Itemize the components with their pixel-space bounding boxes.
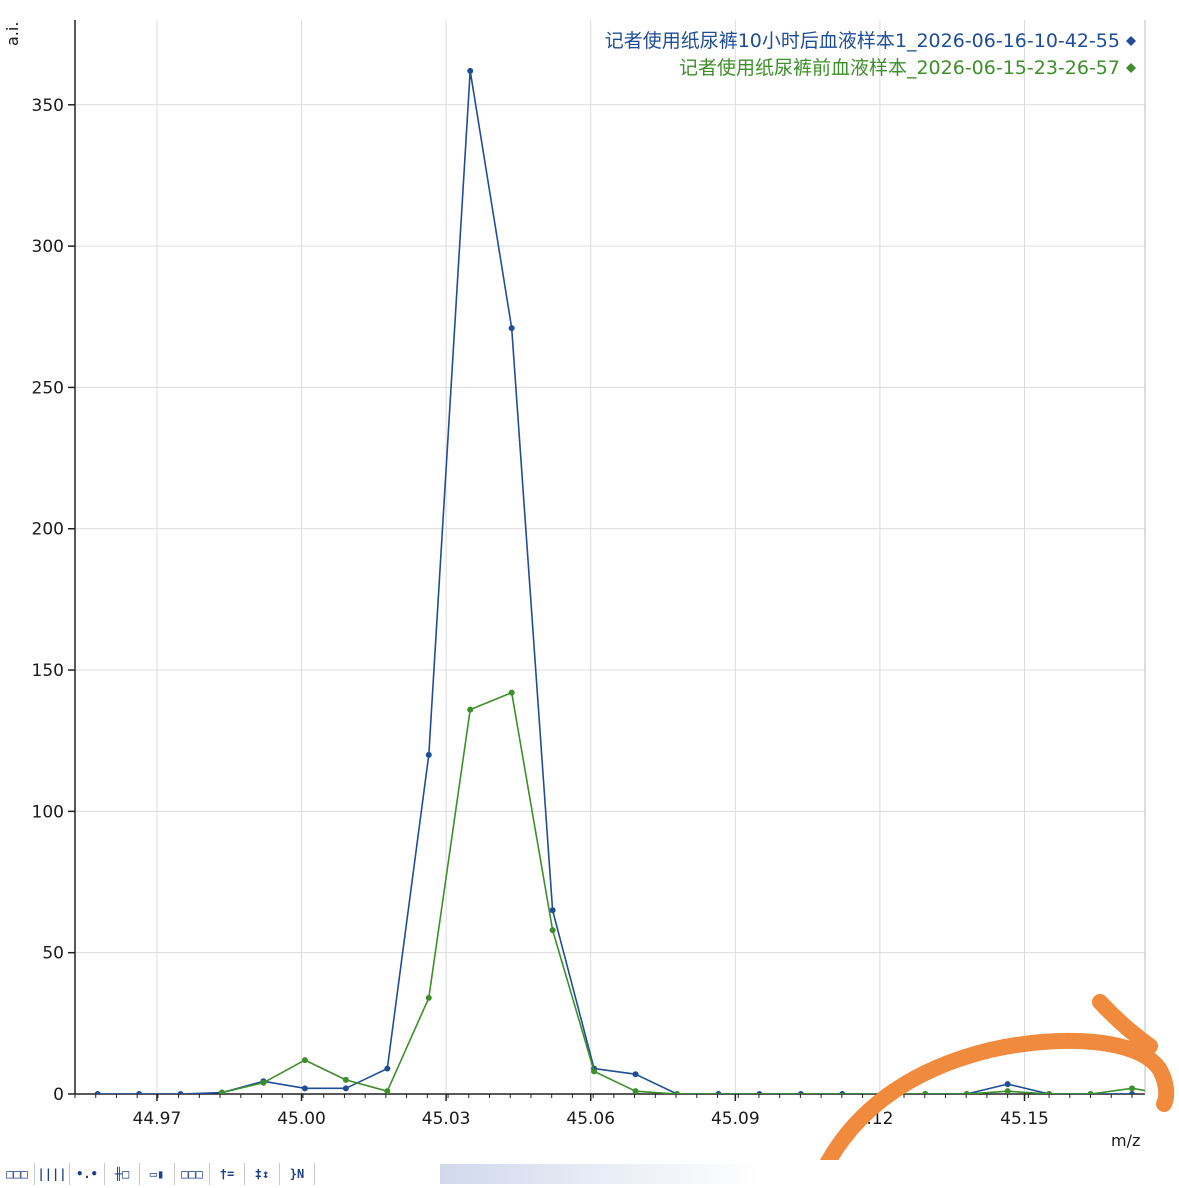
legend-entry-label: 记者使用纸尿裤10小时后血液样本1_2026-06-16-10-42-55 [605,30,1120,52]
zoom-box-button[interactable]: ╫□ [105,1163,140,1185]
x-axis-title: m/z [1111,1131,1140,1150]
scale-button[interactable]: ‡↕ [245,1163,280,1185]
overlay-button[interactable]: □□□ [175,1163,210,1185]
legend-entry-label: 记者使用纸尿裤前血液样本_2026-06-15-23-26-57 [679,57,1120,79]
scale-icon: ‡↕ [254,1167,270,1181]
zoom-box-icon: ╫□ [114,1167,130,1181]
data-point [508,689,515,696]
chart-background [0,0,1179,1160]
x-tick-label: 44.97 [133,1109,182,1129]
data-point [301,1085,308,1092]
data-point [508,325,515,332]
range-button[interactable]: ▭▮ [140,1163,175,1185]
spectrum-toolbar: □□□ |||| •.• ╫□ ▭▮ □□□ †= ‡↕ }N [0,1160,1179,1188]
peak-picking-icon: □□□ [6,1167,28,1181]
x-tick-label: 45.09 [711,1109,760,1129]
data-point [632,1071,639,1078]
data-point [1128,1085,1135,1092]
x-tick-label: 45.00 [277,1109,326,1129]
data-point [632,1088,639,1094]
x-tick-label: 45.15 [1000,1109,1049,1129]
data-point [384,1088,391,1094]
data-point [425,751,432,758]
range-icon: ▭▮ [149,1167,165,1181]
peak-picking-button[interactable]: □□□ [0,1163,35,1185]
x-tick-label: 45.03 [422,1109,471,1129]
data-point [549,907,556,914]
data-point [384,1065,391,1072]
data-point [591,1068,598,1075]
y-tick-label: 250 [32,378,64,398]
bar-spectrum-icon: |||| [37,1167,67,1181]
spectrum-chart: 0 50 100 150 200 250 300 350 44.97 45.00 45.03 45.… [0,0,1179,1160]
point-mode-button[interactable]: •.• [70,1163,105,1185]
bar-spectrum-button[interactable]: |||| [35,1163,70,1185]
y-tick-label: 100 [32,802,64,822]
data-point [1004,1081,1011,1088]
normalize-icon: }N [289,1167,305,1181]
y-tick-label: 300 [32,237,64,257]
data-point [342,1076,349,1083]
data-point [342,1085,349,1092]
y-tick-label: 350 [32,96,64,116]
y-tick-label: 50 [42,944,64,964]
cursor-button[interactable]: †= [210,1163,245,1185]
data-point [1004,1088,1011,1094]
data-point [467,706,474,713]
toolbar-scroll-indicator [440,1164,760,1184]
data-point [467,67,474,74]
y-axis-title: a.i. [3,22,22,46]
normalize-button[interactable]: }N [280,1163,315,1185]
overlay-icon: □□□ [181,1167,203,1181]
y-tick-label: 150 [32,661,64,681]
y-tick-label: 200 [32,520,64,540]
data-point [425,994,432,1001]
data-point [301,1057,308,1064]
x-tick-label: 45.06 [566,1109,615,1129]
data-point [549,927,556,934]
cursor-icon: †= [219,1167,235,1181]
data-point [260,1079,267,1086]
point-mode-icon: •.• [76,1167,98,1181]
y-tick-label: 0 [53,1085,64,1105]
